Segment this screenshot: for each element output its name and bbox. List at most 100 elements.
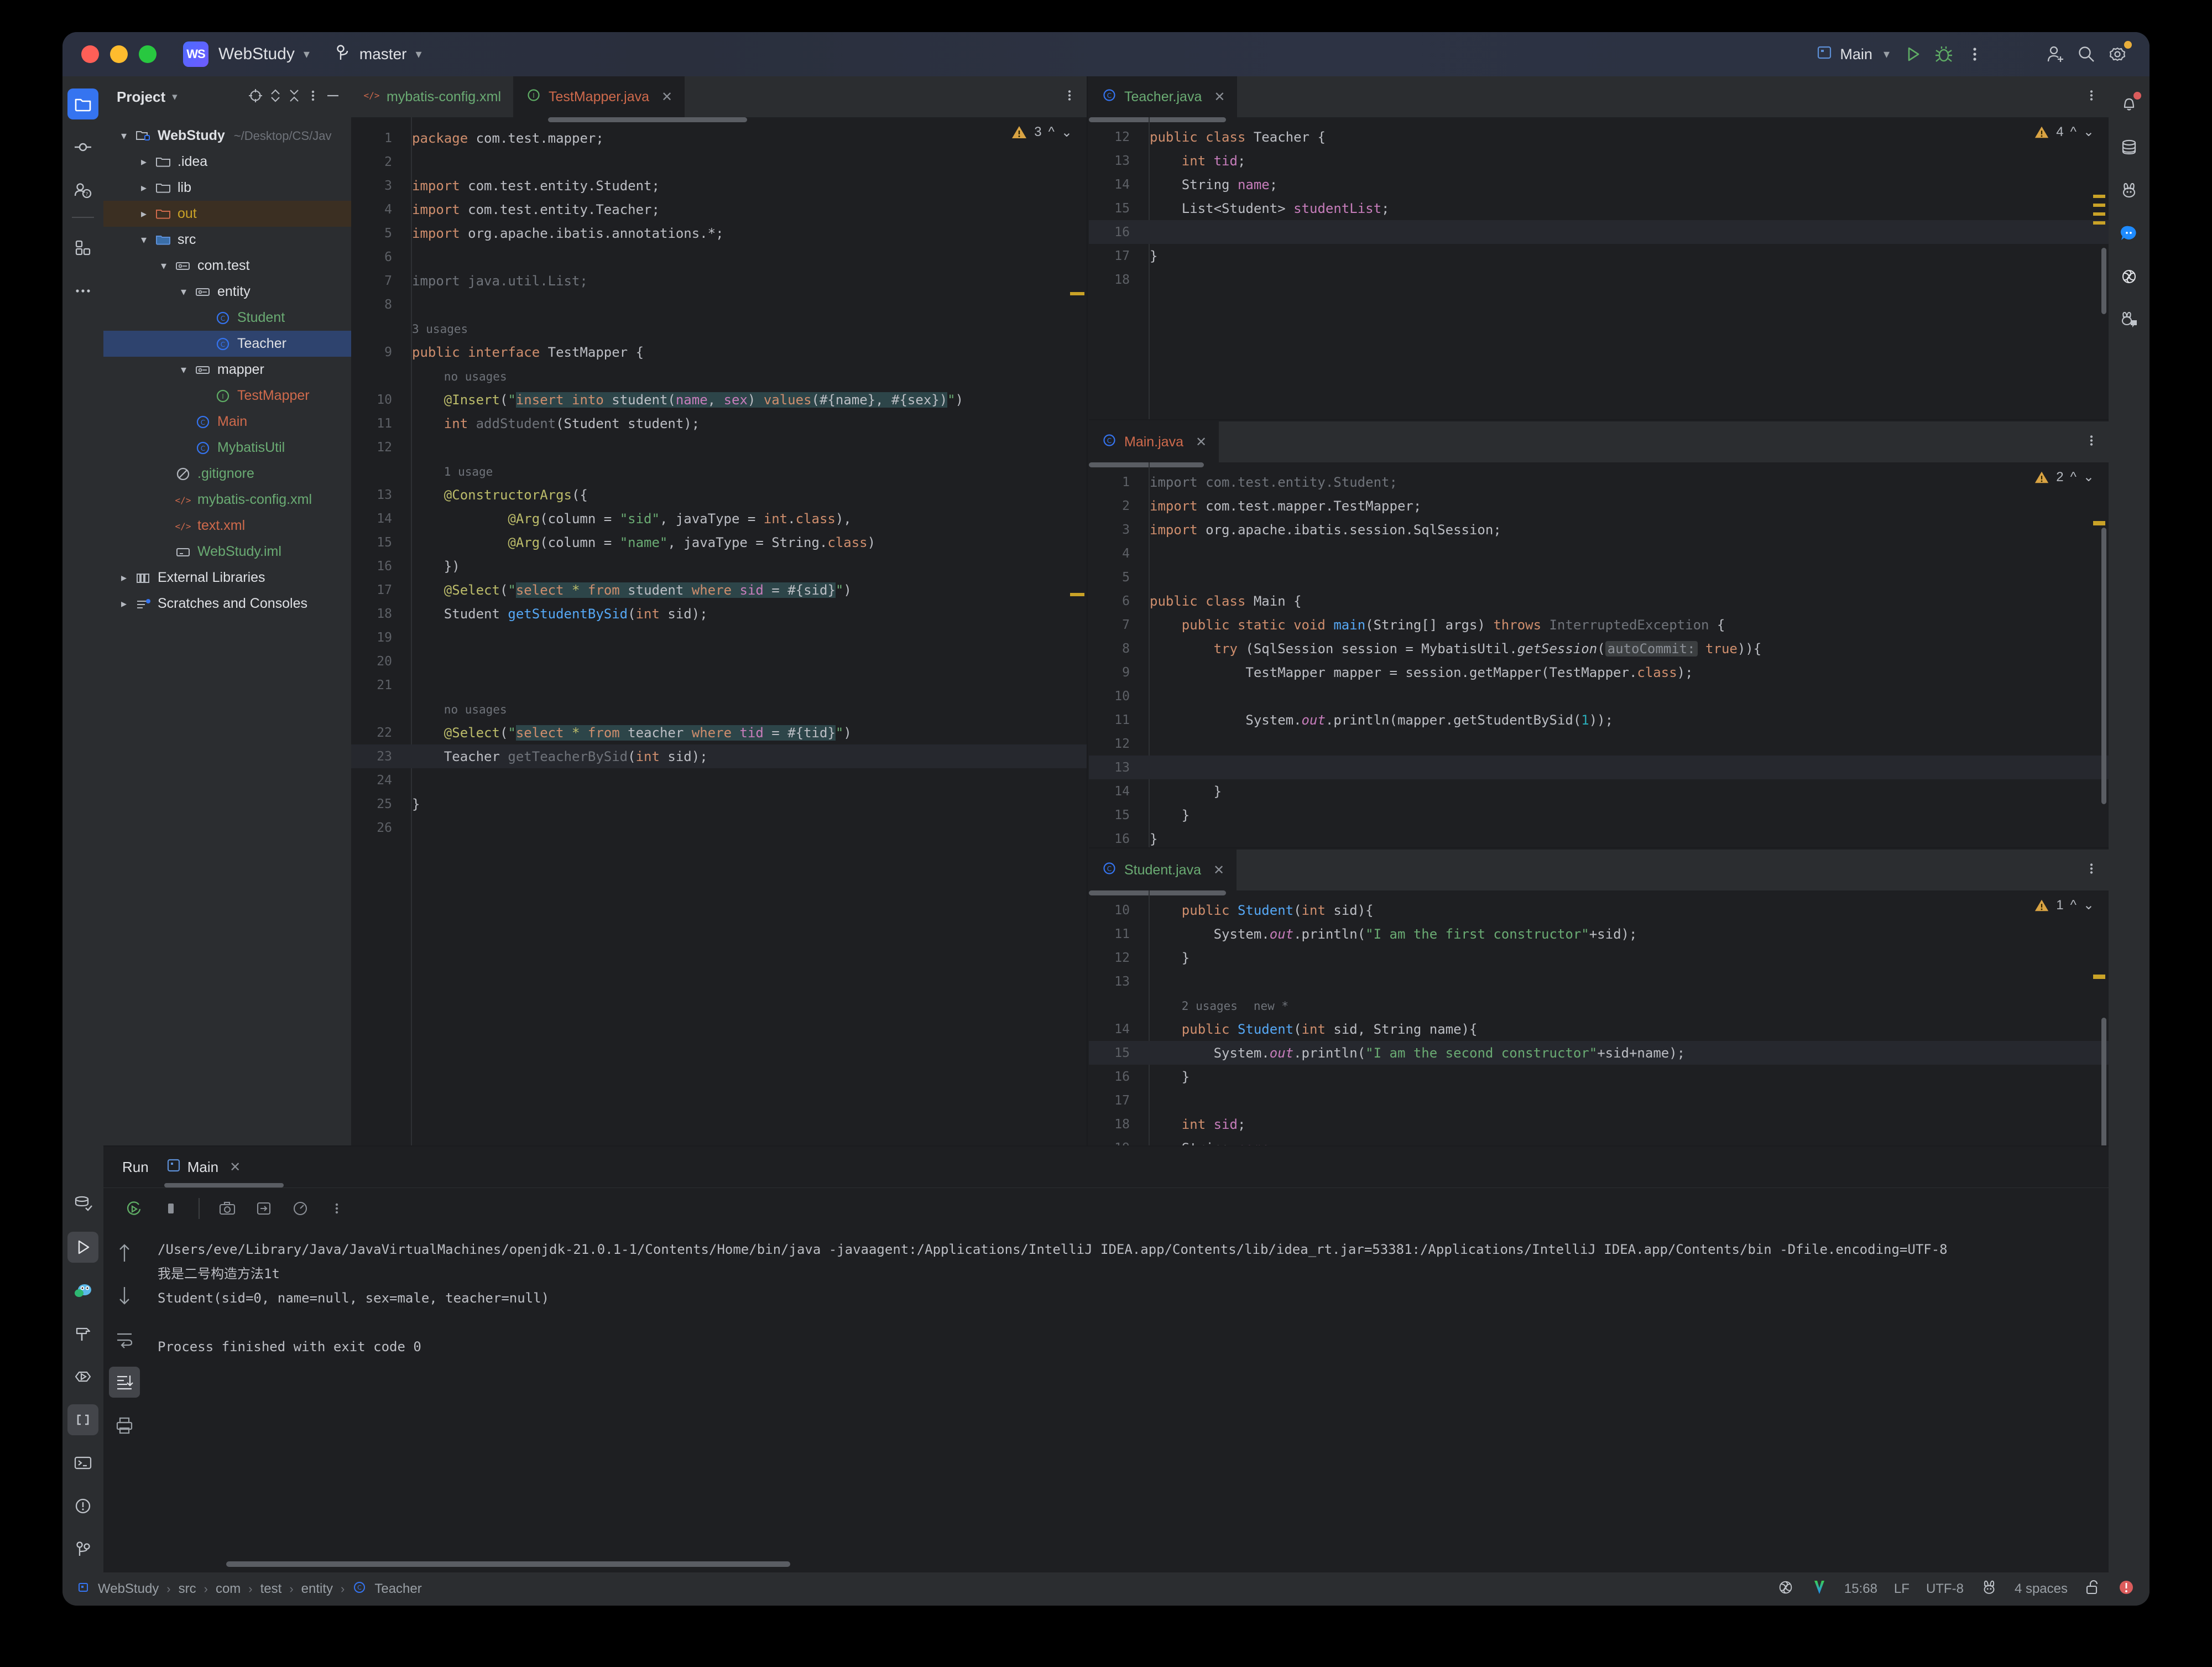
editor-tab-student-java[interactable]: C Student.java ✕ (1089, 850, 1237, 890)
openai-tool-button[interactable] (2114, 261, 2145, 292)
debug-button[interactable] (1928, 39, 1959, 70)
editor-tab-main-java[interactable]: C Main.java ✕ (1089, 421, 1219, 462)
indent-setting[interactable]: 4 spaces (2015, 1581, 2068, 1597)
chevron-down-icon[interactable]: ▾ (175, 363, 192, 377)
editor-tab-options-icon[interactable] (2084, 861, 2099, 880)
next-problem-icon[interactable]: ⌄ (1061, 124, 1072, 140)
breadcrumb-item[interactable]: Teacher (374, 1581, 421, 1597)
tree-item-teacher[interactable]: CTeacher (103, 331, 351, 357)
chevron-down-icon[interactable]: ▾ (175, 285, 192, 299)
tree-item-lib[interactable]: ▸lib (103, 175, 351, 201)
tree-item-main[interactable]: CMain (103, 409, 351, 435)
next-problem-icon[interactable]: ⌄ (2083, 124, 2094, 140)
services-tool-button[interactable] (67, 1361, 98, 1392)
tree-item-com-test[interactable]: ▾com.test (103, 253, 351, 279)
openai-status-icon[interactable] (1777, 1579, 1794, 1600)
bunny-ai-tool-button[interactable] (2114, 175, 2145, 206)
chevron-right-icon[interactable]: ▸ (135, 207, 152, 221)
tree-item-src[interactable]: ▾src (103, 227, 351, 253)
run-tab-main[interactable]: Main ✕ (166, 1158, 241, 1176)
main-inspection-widget[interactable]: 2 ^ ⌄ (2034, 469, 2094, 485)
breadcrumb-item[interactable]: WebStudy (98, 1581, 159, 1597)
error-status-icon[interactable] (2117, 1579, 2135, 1600)
export-button[interactable] (248, 1193, 279, 1224)
teacher-vscrollbar[interactable] (2101, 248, 2106, 314)
unlock-icon[interactable] (2084, 1579, 2101, 1600)
search-button[interactable] (2071, 39, 2102, 70)
print-button[interactable] (109, 1410, 140, 1441)
prev-problem-icon[interactable]: ^ (2070, 470, 2077, 485)
run-configuration-selector[interactable]: Main ▾ (1809, 41, 1897, 67)
prev-problem-icon[interactable]: ^ (1048, 124, 1055, 140)
terminal-tool-button[interactable] (67, 1447, 98, 1478)
student-inspection-widget[interactable]: 1 ^ ⌄ (2034, 897, 2094, 913)
more-tool-windows-button[interactable] (67, 275, 98, 306)
tree-item-external-libraries[interactable]: ▸External Libraries (103, 565, 351, 591)
tree-item-testmapper[interactable]: ITestMapper (103, 383, 351, 409)
ai-chat-tool-button[interactable] (2114, 304, 2145, 335)
left-editor-hscrollbar[interactable] (548, 117, 747, 122)
version-control-tool-button[interactable] (67, 1534, 98, 1565)
database-tool-button[interactable] (67, 1189, 98, 1220)
tree-item-mybatisutil[interactable]: CMybatisUtil (103, 435, 351, 461)
go-plugin-tool-button[interactable] (67, 1275, 98, 1306)
tree-item-text-xml[interactable]: </>text.xml (103, 513, 351, 539)
left-editor-inspection-widget[interactable]: 3 ^ ⌄ (1011, 124, 1072, 140)
breadcrumb-item[interactable]: entity (301, 1581, 333, 1597)
project-name[interactable]: WebStudy (218, 45, 295, 64)
tree-item-mapper[interactable]: ▾mapper (103, 357, 351, 383)
editor-tab-options-icon[interactable] (2084, 87, 2099, 107)
soft-wrap-button[interactable] (109, 1324, 140, 1355)
file-encoding[interactable]: UTF-8 (1926, 1581, 1964, 1597)
editor-tab-mybatis-config-xml[interactable]: </>mybatis-config.xml (351, 76, 513, 117)
locate-file-icon[interactable] (247, 87, 264, 107)
console-horizontal-scrollbar[interactable] (226, 1561, 790, 1567)
more-actions-button[interactable] (1959, 39, 1990, 70)
settings-button[interactable] (2102, 39, 2133, 70)
scroll-down-button[interactable] (109, 1280, 140, 1311)
problems-tool-button[interactable] (67, 1491, 98, 1522)
run-button[interactable] (1897, 39, 1928, 70)
database-panel-button[interactable] (2114, 132, 2145, 163)
expand-collapse-icon[interactable] (268, 87, 283, 107)
tree-item-scratches-and-consoles[interactable]: ▸Scratches and Consoles (103, 591, 351, 617)
bookmarks-tool-button[interactable] (67, 1404, 98, 1435)
breadcrumb[interactable]: WebStudy›src›com›test›entity›CTeacher (77, 1580, 422, 1598)
chevron-down-icon[interactable]: ▾ (155, 259, 172, 273)
breadcrumb-item[interactable]: com (216, 1581, 241, 1597)
tree-item-out[interactable]: ▸out (103, 201, 351, 227)
hide-panel-icon[interactable] (325, 87, 341, 107)
tree-item-webstudy-iml[interactable]: WebStudy.iml (103, 539, 351, 565)
tree-item-entity[interactable]: ▾entity (103, 279, 351, 305)
screenshot-button[interactable] (212, 1193, 243, 1224)
run-more-button[interactable] (321, 1193, 352, 1224)
notifications-tool-button[interactable] (2114, 88, 2145, 119)
collapse-all-icon[interactable] (287, 87, 301, 107)
vim-status-icon[interactable] (1811, 1578, 1828, 1601)
run-tool-button[interactable] (67, 1232, 98, 1263)
project-tool-button[interactable] (67, 88, 98, 119)
maximize-window-button[interactable] (139, 45, 156, 63)
prev-problem-icon[interactable]: ^ (2070, 124, 2077, 140)
main-hscrollbar[interactable] (1089, 462, 1204, 467)
chat-tool-button[interactable] (2114, 218, 2145, 249)
teacher-code[interactable]: 12public class Teacher {13 int tid;14 St… (1089, 117, 2109, 419)
console-output[interactable]: /Users/eve/Library/Java/JavaVirtualMachi… (145, 1228, 2105, 1554)
close-window-button[interactable] (81, 45, 99, 63)
scroll-up-button[interactable] (109, 1237, 140, 1268)
main-code[interactable]: 1import com.test.entity.Student;2import … (1089, 462, 2109, 847)
editor-tab-options-icon[interactable] (2084, 433, 2099, 452)
branch-selector[interactable]: master ▾ (336, 44, 422, 65)
editor-tab-teacher-java[interactable]: C Teacher.java ✕ (1089, 76, 1237, 117)
scroll-to-end-button[interactable] (109, 1367, 140, 1398)
prev-problem-icon[interactable]: ^ (2070, 898, 2077, 913)
chevron-right-icon[interactable]: ▸ (135, 181, 152, 195)
chevron-right-icon[interactable]: ▸ (116, 571, 132, 585)
tree-item--idea[interactable]: ▸.idea (103, 149, 351, 175)
chevron-down-icon[interactable]: ▾ (304, 47, 310, 61)
main-vscrollbar[interactable] (2101, 528, 2106, 804)
teacher-hscrollbar[interactable] (1089, 117, 1226, 122)
rerun-button[interactable] (119, 1193, 150, 1224)
chevron-right-icon[interactable]: ▸ (135, 155, 152, 169)
breadcrumb-item[interactable]: test (260, 1581, 282, 1597)
